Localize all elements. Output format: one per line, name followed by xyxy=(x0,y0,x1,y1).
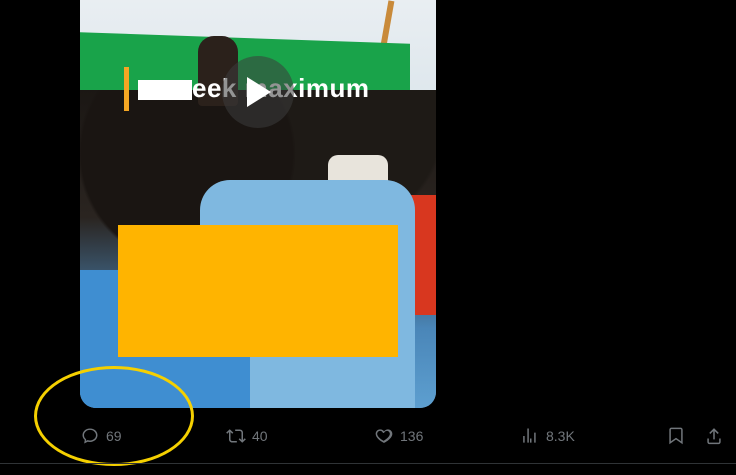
redaction-box xyxy=(118,225,398,357)
like-button[interactable]: 136 xyxy=(374,426,423,446)
repost-button[interactable]: 40 xyxy=(226,426,268,446)
post-divider xyxy=(0,463,736,464)
caption-redaction xyxy=(138,80,192,100)
bookmark-icon xyxy=(669,427,683,445)
caption-accent-bar xyxy=(124,67,129,111)
play-button[interactable] xyxy=(222,56,294,128)
bookmark-button[interactable] xyxy=(666,426,686,446)
reply-icon xyxy=(82,428,98,444)
views-button[interactable]: 8.3K xyxy=(520,426,575,446)
view-count: 8.3K xyxy=(546,428,575,444)
highlight-ellipse xyxy=(34,366,194,466)
heart-icon xyxy=(375,429,393,443)
repost-icon xyxy=(226,429,246,443)
like-count: 136 xyxy=(400,428,424,444)
share-button[interactable] xyxy=(704,426,724,446)
play-icon xyxy=(247,77,271,107)
reply-count: 69 xyxy=(106,428,122,444)
views-chart-icon xyxy=(523,428,536,443)
repost-count: 40 xyxy=(252,428,268,444)
share-icon xyxy=(707,428,721,445)
reply-button[interactable]: 69 xyxy=(80,426,122,446)
